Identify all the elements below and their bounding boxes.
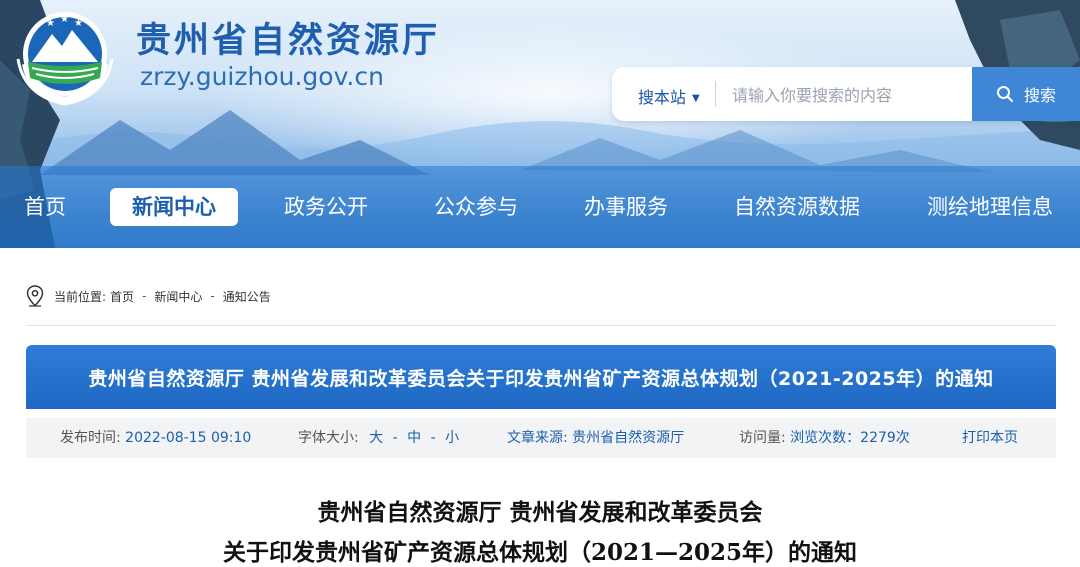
publish-time: 发布时间: 2022-08-15 09:10 <box>60 418 251 458</box>
breadcrumb-divider <box>26 325 1056 326</box>
article-banner-title: 贵州省自然资源厅 贵州省发展和改革委员会关于印发贵州省矿产资源总体规划（2021… <box>88 367 994 390</box>
font-size-separator: - <box>430 430 436 446</box>
search-divider <box>715 81 716 107</box>
breadcrumb-separator: - <box>142 289 147 303</box>
font-size-small-button[interactable]: 小 <box>445 430 459 446</box>
nav-item-government-affairs[interactable]: 政务公开 <box>284 188 368 226</box>
font-size-large-button[interactable]: 大 <box>369 430 383 446</box>
search-bar: 搜本站 ▼ 搜索 <box>612 67 1080 121</box>
search-scope-label: 搜本站 <box>638 88 687 107</box>
breadcrumb-item-notices[interactable]: 通知公告 <box>223 288 271 305</box>
print-page-link[interactable]: 打印本页 <box>962 418 1018 458</box>
article-meta-bar: 发布时间: 2022-08-15 09:10 字体大小: 大 - 中 - 小 文… <box>26 418 1056 458</box>
nav-item-news-center[interactable]: 新闻中心 <box>110 188 238 226</box>
publish-time-label: 发布时间: <box>60 430 121 446</box>
font-size-label: 字体大小: <box>298 430 359 446</box>
article-title-banner: 贵州省自然资源厅 贵州省发展和改革委员会关于印发贵州省矿产资源总体规划（2021… <box>26 345 1056 409</box>
view-count-label: 访问量: <box>739 430 786 446</box>
search-button[interactable]: 搜索 <box>972 67 1080 121</box>
print-page-label: 打印本页 <box>962 430 1018 446</box>
search-button-label: 搜索 <box>1023 86 1056 105</box>
font-size-separator: - <box>392 430 398 446</box>
search-icon <box>996 86 1013 102</box>
svg-text:★: ★ <box>74 18 83 29</box>
breadcrumb: 当前位置: 首页 - 新闻中心 - 通知公告 <box>26 283 271 309</box>
breadcrumb-separator: - <box>210 289 215 303</box>
article-source-value: 贵州省自然资源厅 <box>572 430 685 446</box>
site-title[interactable]: 贵州省自然资源厅 <box>136 12 440 63</box>
search-scope-select[interactable]: 搜本站 ▼ <box>638 84 700 108</box>
font-size-medium-button[interactable]: 中 <box>407 430 421 446</box>
publish-time-value: 2022-08-15 09:10 <box>125 430 252 446</box>
font-size-control: 字体大小: 大 - 中 - 小 <box>298 418 459 458</box>
breadcrumb-prefix: 当前位置: <box>54 289 107 304</box>
svg-text:★: ★ <box>46 18 55 29</box>
nav-item-public-participation[interactable]: 公众参与 <box>434 188 518 226</box>
article-source-label: 文章来源: <box>507 430 568 446</box>
nav-item-services[interactable]: 办事服务 <box>584 188 668 226</box>
view-count: 访问量: 浏览次数：2279次 <box>739 418 910 458</box>
breadcrumb-item-home[interactable]: 首页 <box>110 288 134 305</box>
view-count-value: 浏览次数：2279次 <box>790 430 910 446</box>
nav-item-home[interactable]: 首页 <box>24 188 66 226</box>
location-pin-icon <box>26 285 44 307</box>
site-url[interactable]: zrzy.guizhou.gov.cn <box>140 62 384 91</box>
document-title-line-2: 关于印发贵州省矿产资源总体规划（2021—2025年）的通知 <box>222 539 858 566</box>
site-header: ★ ★ ★ 贵州省自然资源厅 zrzy.guizhou.gov.cn 搜本站 ▼ … <box>0 0 1080 248</box>
search-input[interactable] <box>730 80 974 110</box>
nav-item-natural-resource-data[interactable]: 自然资源数据 <box>734 188 860 226</box>
caret-down-icon: ▼ <box>692 93 700 104</box>
article-source: 文章来源: 贵州省自然资源厅 <box>507 418 684 458</box>
emblem-mountain-stars-logo[interactable]: ★ ★ ★ <box>10 4 120 108</box>
svg-text:★: ★ <box>60 14 69 25</box>
main-nav: 首页 新闻中心 政务公开 公众参与 办事服务 自然资源数据 测绘地理信息 <box>0 166 1080 248</box>
nav-item-surveying-mapping[interactable]: 测绘地理信息 <box>927 188 1053 226</box>
document-title-line-1: 贵州省自然资源厅 贵州省发展和改革委员会 <box>317 499 763 526</box>
breadcrumb-item-news-center[interactable]: 新闻中心 <box>154 288 202 305</box>
